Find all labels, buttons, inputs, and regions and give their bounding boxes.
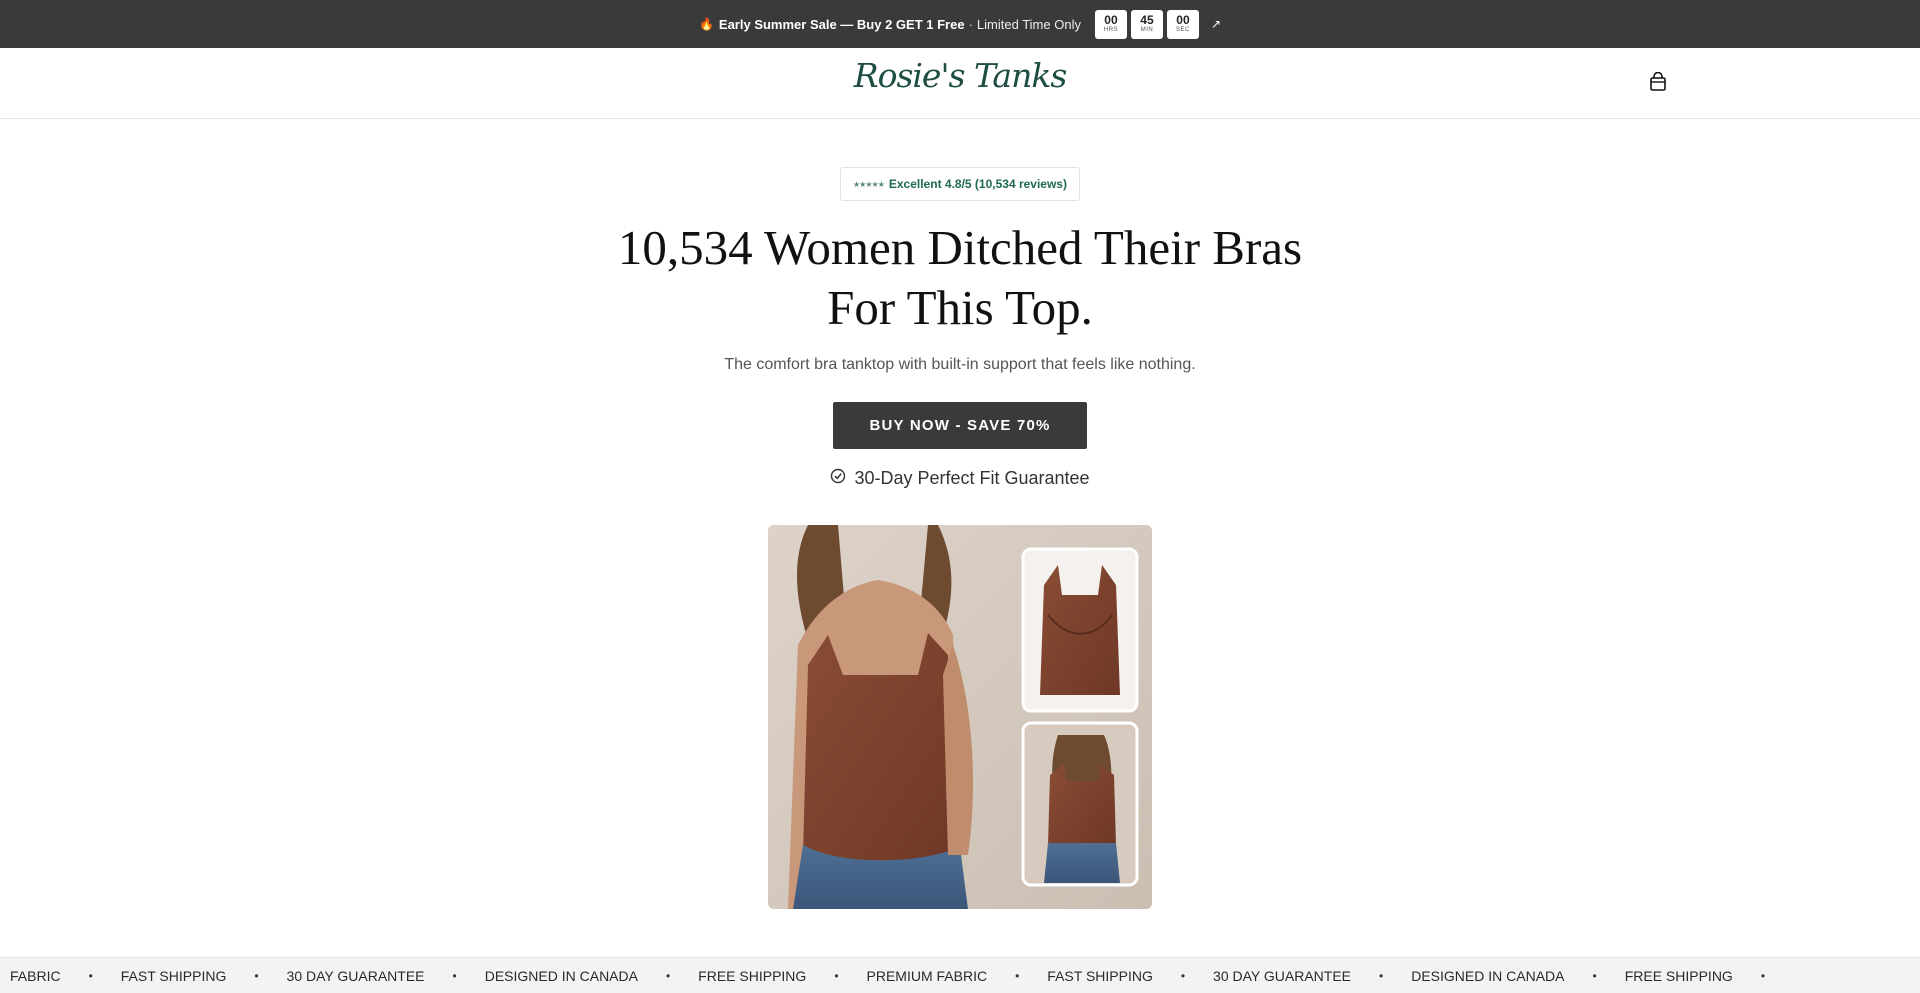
marquee-separator: • [1760,969,1766,983]
marquee-item: DESIGNED IN CANADA [1411,968,1565,984]
timer-seconds: 00 SEC [1166,9,1199,39]
timer-minutes-label: MIN [1140,27,1154,33]
separator: · [968,16,973,32]
page-title: 10,534 Women Ditched Their Bras For This… [0,218,1920,338]
buy-now-button[interactable]: BUY NOW - SAVE 70% [833,402,1087,449]
arrow-up-right-icon[interactable]: ↗ [1211,17,1221,31]
guarantee: 30-Day Perfect Fit Guarantee [0,468,1920,489]
sale-text: Early Summer Sale — Buy 2 GET 1 Free [718,16,965,32]
announcement-bar: 🔥 Early Summer Sale — Buy 2 GET 1 Free ·… [0,0,1920,48]
marquee-item: DESIGNED IN CANADA [484,968,638,984]
marquee-item: FREE SHIPPING [1624,968,1733,984]
marquee-item: 30 DAY GUARANTEE [286,968,425,984]
fire-icon: 🔥 [698,17,714,31]
marquee-item: 30 DAY GUARANTEE [1213,968,1352,984]
subheadline: The comfort bra tanktop with built-in su… [724,356,1196,373]
site-header: Rosie's Tanks [0,48,1920,119]
limited-text: Limited Time Only [976,16,1081,32]
timer-minutes-value: 45 [1140,13,1154,27]
feature-marquee: FABRIC • FAST SHIPPING • 30 DAY GUARANTEE • DE… [0,957,1920,993]
logo[interactable]: Rosie's Tanks [854,56,1068,95]
timer-hours: 00 HRS [1094,9,1127,39]
marquee-item: FABRIC [10,968,61,984]
star-rating-icon: ★★★★★ [853,179,885,189]
rating-badge: ★★★★★ Excellent 4.8/5 (10,534 reviews) [840,167,1080,201]
announcement-message[interactable]: 🔥 Early Summer Sale — Buy 2 GET 1 Free ·… [699,17,1081,32]
timer-hours-value: 00 [1104,13,1118,27]
rating-text: Excellent 4.8/5 (10,534 reviews) [888,177,1067,191]
timer-seconds-value: 00 [1176,13,1190,27]
check-circle-icon [830,468,846,489]
marquee-track: FABRIC • FAST SHIPPING • 30 DAY GUARANTEE • DE… [0,968,1765,984]
timer-seconds-label: SEC [1176,27,1190,33]
countdown-timer: 00 HRS 45 MIN 00 SEC [1094,9,1199,39]
marquee-item: FAST SHIPPING [1047,968,1153,984]
marquee-item: FAST SHIPPING [120,968,227,984]
shopping-bag-icon[interactable] [1649,71,1667,92]
headline-line-2: For This Top. [827,280,1093,335]
marquee-item: FREE SHIPPING [698,968,807,984]
timer-hours-label: HRS [1103,27,1119,33]
marquee-item: PREMIUM FABRIC [866,968,988,984]
guarantee-text: 30-Day Perfect Fit Guarantee [854,468,1090,488]
timer-minutes: 45 MIN [1130,9,1163,39]
product-image[interactable] [768,525,1152,909]
headline-line-1: 10,534 Women Ditched Their Bras [617,220,1303,275]
